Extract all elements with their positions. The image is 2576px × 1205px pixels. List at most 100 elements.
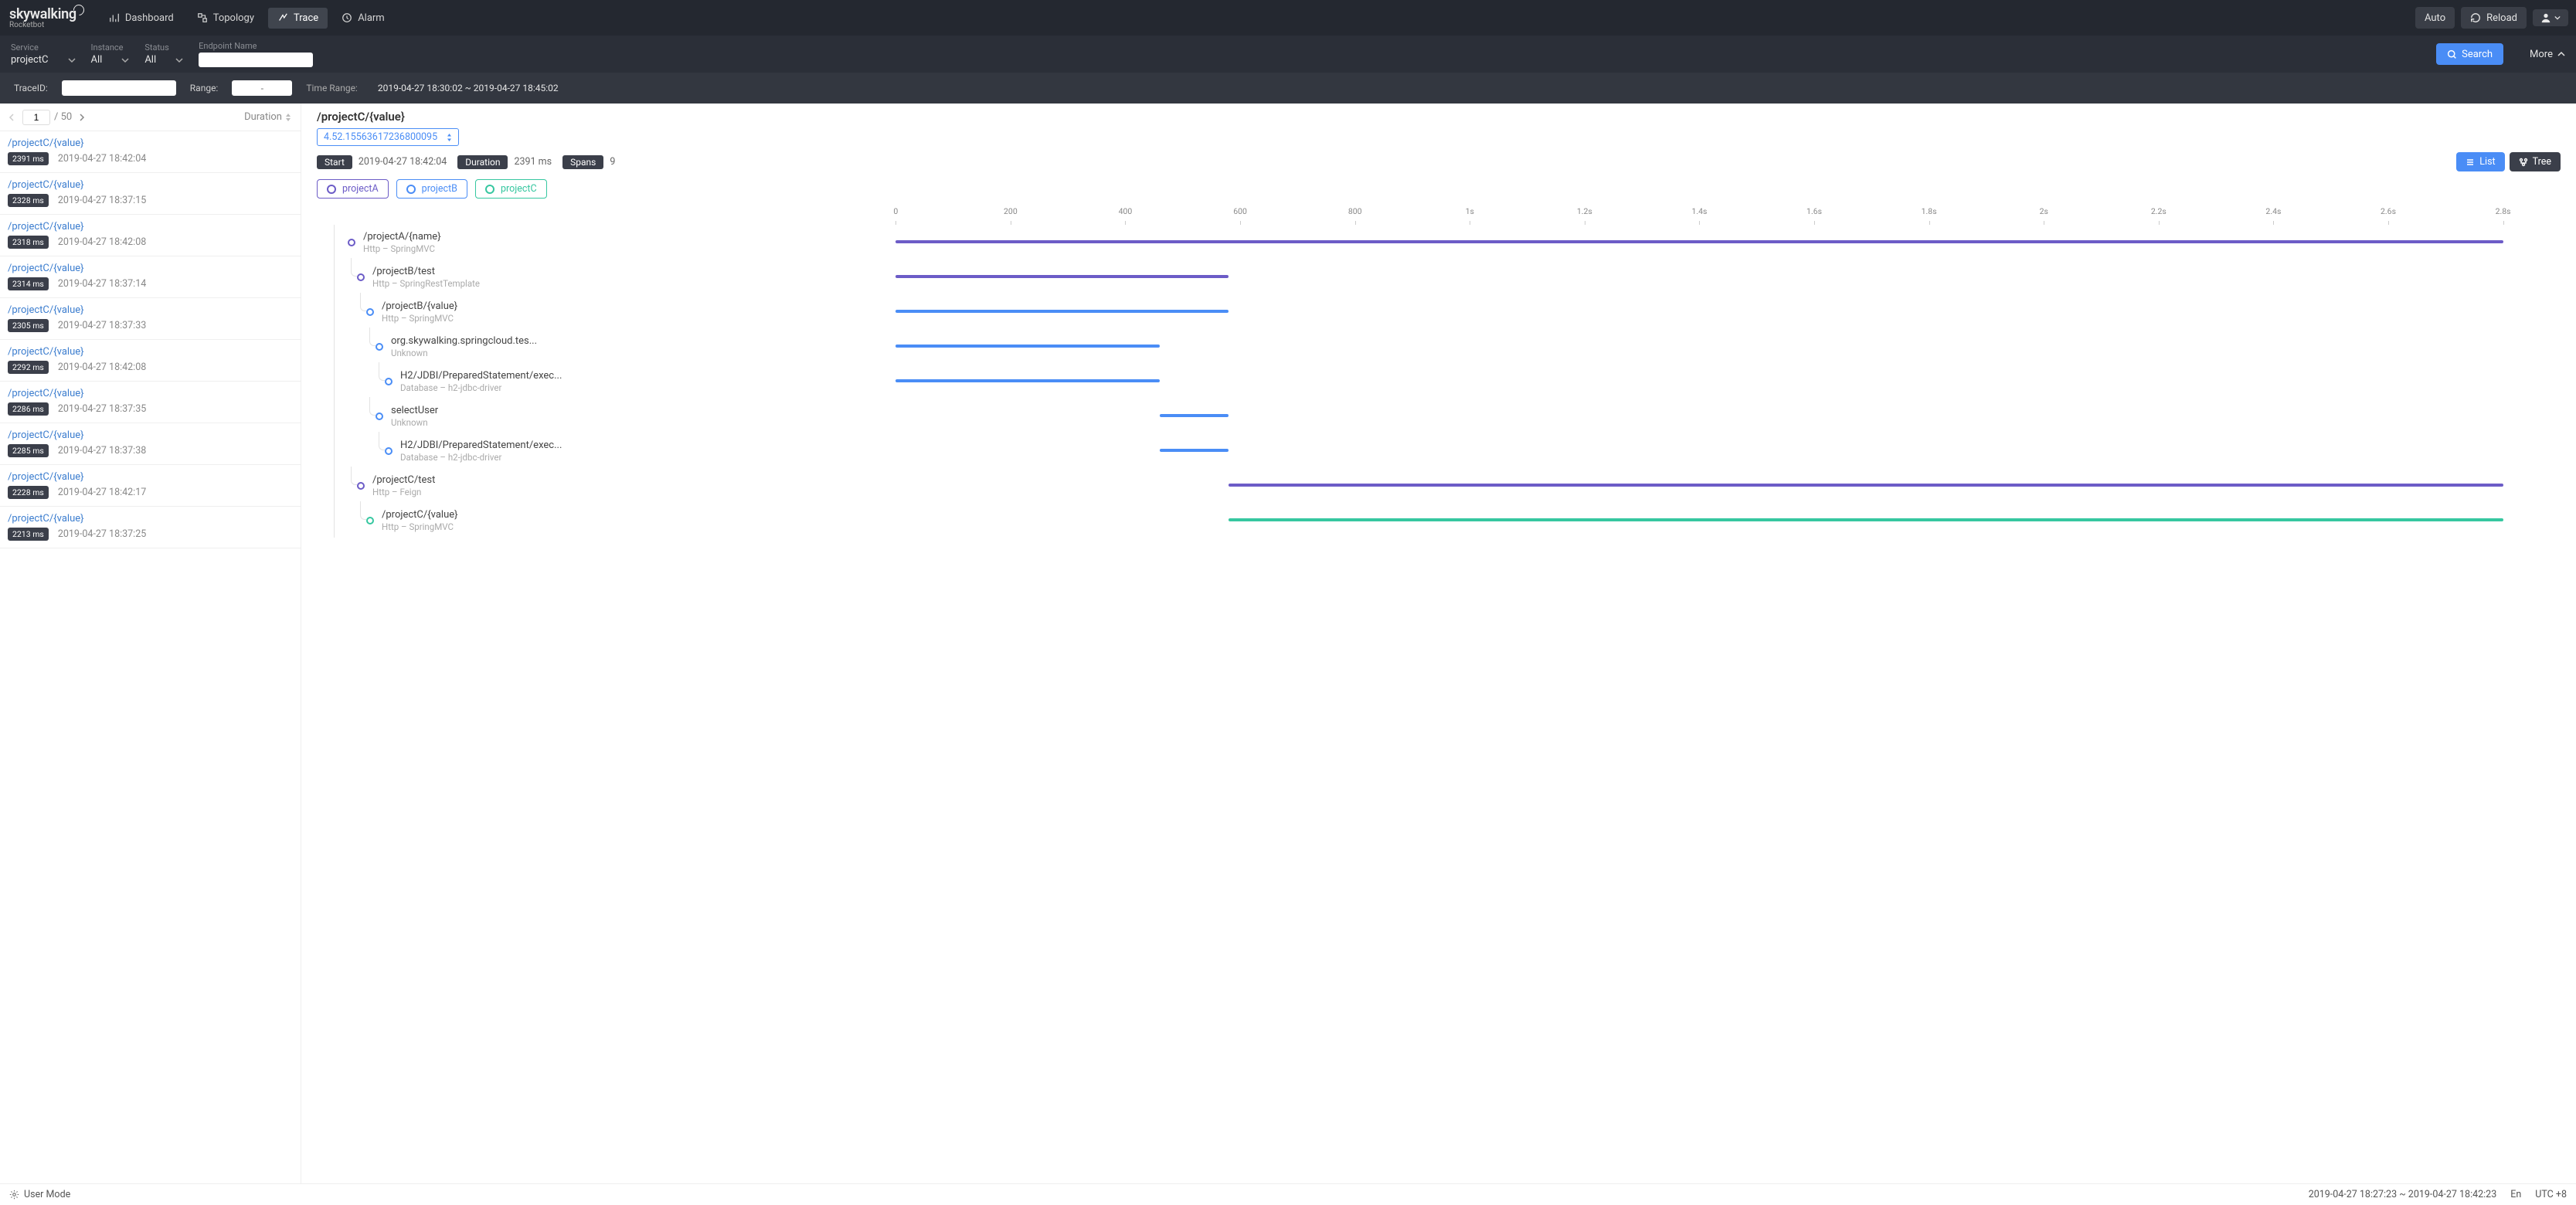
trace-list-item[interactable]: /projectC/{value} 2292 ms 2019-04-27 18:… bbox=[0, 340, 301, 382]
x-tick: 400 bbox=[1068, 206, 1183, 225]
footer-timezone[interactable]: UTC +8 bbox=[2535, 1189, 2567, 1200]
chevron-up-icon bbox=[2557, 50, 2565, 58]
span-sub: Database – h2-jdbc-driver bbox=[400, 382, 562, 393]
trace-item-title: /projectC/{value} bbox=[8, 137, 293, 149]
legend-project-b[interactable]: projectB bbox=[396, 179, 467, 199]
x-tick: 1.8s bbox=[1871, 206, 1986, 225]
span-row[interactable]: /projectC/test Http – Feign bbox=[317, 468, 838, 503]
span-name: H2/JDBI/PreparedStatement/exec... bbox=[400, 440, 562, 451]
span-name: selectUser bbox=[391, 405, 438, 416]
gantt-row bbox=[838, 260, 2561, 294]
range-input[interactable] bbox=[232, 80, 292, 96]
x-tick: 1.6s bbox=[1757, 206, 1872, 225]
tree-view-button[interactable]: Tree bbox=[2510, 152, 2561, 171]
trace-list-item[interactable]: /projectC/{value} 2286 ms 2019-04-27 18:… bbox=[0, 382, 301, 423]
trace-item-duration: 2328 ms bbox=[8, 194, 49, 207]
nav-dashboard[interactable]: Dashboard bbox=[100, 8, 183, 29]
pager-prev[interactable] bbox=[5, 110, 19, 124]
span-row[interactable]: /projectC/{value} Http – SpringMVC bbox=[317, 503, 838, 538]
trace-list[interactable]: /projectC/{value} 2391 ms 2019-04-27 18:… bbox=[0, 131, 301, 1183]
traceid-input[interactable] bbox=[62, 80, 176, 96]
span-row[interactable]: H2/JDBI/PreparedStatement/exec... Databa… bbox=[317, 433, 838, 468]
user-icon bbox=[2540, 12, 2551, 23]
gantt-col: 02004006008001s1.2s1.4s1.6s1.8s2s2.2s2.4… bbox=[838, 206, 2561, 1177]
span-row[interactable]: H2/JDBI/PreparedStatement/exec... Databa… bbox=[317, 364, 838, 399]
trace-item-time: 2019-04-27 18:42:08 bbox=[58, 236, 146, 248]
gantt-bar[interactable] bbox=[895, 240, 2503, 243]
x-tick: 800 bbox=[1297, 206, 1412, 225]
span-name: /projectB/{value} bbox=[382, 300, 457, 312]
auto-button[interactable]: Auto bbox=[2415, 7, 2455, 29]
user-menu-button[interactable] bbox=[2533, 9, 2568, 26]
x-tick: 1.2s bbox=[1528, 206, 1643, 225]
trace-item-time: 2019-04-27 18:37:35 bbox=[58, 403, 146, 415]
span-sub: Http – Feign bbox=[372, 487, 435, 497]
main-content: / 50 Duration /projectC/{value} 2391 ms … bbox=[0, 104, 2576, 1183]
gantt-bar[interactable] bbox=[895, 379, 1160, 382]
span-row[interactable]: /projectB/test Http – SpringRestTemplate bbox=[317, 260, 838, 294]
filter-service[interactable]: Service projectC bbox=[11, 42, 76, 66]
trace-item-time: 2019-04-27 18:37:38 bbox=[58, 445, 146, 457]
gantt-row bbox=[838, 503, 2561, 538]
gantt-bar[interactable] bbox=[895, 310, 1229, 313]
range-label: Range: bbox=[190, 83, 219, 93]
endpoint-input[interactable] bbox=[199, 53, 313, 67]
sort-toggle[interactable]: Duration bbox=[244, 111, 291, 123]
span-row[interactable]: /projectA/{name} Http – SpringMVC bbox=[317, 225, 838, 260]
x-tick: 1s bbox=[1412, 206, 1528, 225]
legend-project-c[interactable]: projectC bbox=[475, 179, 547, 199]
legend-row: projectA projectB projectC bbox=[317, 179, 2561, 199]
trace-item-title: /projectC/{value} bbox=[8, 429, 293, 441]
gantt-bar[interactable] bbox=[1229, 484, 2503, 487]
gantt-rows bbox=[838, 225, 2561, 538]
search-button[interactable]: Search bbox=[2436, 43, 2503, 65]
more-toggle[interactable]: More bbox=[2530, 49, 2565, 60]
filter-instance[interactable]: Instance All bbox=[91, 42, 130, 66]
list-icon bbox=[2466, 158, 2475, 167]
chevron-down-icon bbox=[175, 56, 183, 64]
footer-time-range[interactable]: 2019-04-27 18:27:23 ~ 2019-04-27 18:42:2… bbox=[2309, 1189, 2497, 1200]
gantt-bar[interactable] bbox=[1160, 414, 1229, 417]
topbar-right: Auto Reload bbox=[2415, 7, 2568, 29]
gantt-bar[interactable] bbox=[895, 345, 1160, 348]
span-node-dot bbox=[366, 308, 374, 316]
trace-item-title: /projectC/{value} bbox=[8, 513, 293, 524]
trace-item-time: 2019-04-27 18:42:17 bbox=[58, 487, 146, 498]
span-row[interactable]: /projectB/{value} Http – SpringMVC bbox=[317, 294, 838, 329]
trace-list-item[interactable]: /projectC/{value} 2228 ms 2019-04-27 18:… bbox=[0, 465, 301, 507]
trace-list-item[interactable]: /projectC/{value} 2213 ms 2019-04-27 18:… bbox=[0, 507, 301, 548]
x-tick: 2.2s bbox=[2102, 206, 2217, 225]
top-bar: skywalking Rocketbot Dashboard Topology … bbox=[0, 0, 2576, 36]
span-sub: Http – SpringMVC bbox=[382, 313, 457, 324]
filter-status-value: All bbox=[144, 54, 156, 66]
trace-item-duration: 2314 ms bbox=[8, 277, 49, 290]
nav-trace[interactable]: Trace bbox=[268, 8, 328, 29]
nav-topology[interactable]: Topology bbox=[188, 8, 263, 29]
trace-list-item[interactable]: /projectC/{value} 2318 ms 2019-04-27 18:… bbox=[0, 215, 301, 256]
gantt-bar[interactable] bbox=[1160, 449, 1229, 452]
trace-list-item[interactable]: /projectC/{value} 2328 ms 2019-04-27 18:… bbox=[0, 173, 301, 215]
span-node-label: /projectC/test Http – Feign bbox=[372, 474, 435, 497]
trace-list-item[interactable]: /projectC/{value} 2305 ms 2019-04-27 18:… bbox=[0, 298, 301, 340]
pager-next[interactable] bbox=[75, 110, 89, 124]
start-tag: Start bbox=[317, 155, 352, 169]
trace-list-item[interactable]: /projectC/{value} 2285 ms 2019-04-27 18:… bbox=[0, 423, 301, 465]
pager-page-input[interactable] bbox=[22, 110, 50, 125]
trace-list-item[interactable]: /projectC/{value} 2391 ms 2019-04-27 18:… bbox=[0, 131, 301, 173]
filter-status[interactable]: Status All bbox=[144, 42, 183, 66]
span-row[interactable]: org.skywalking.springcloud.tes... Unknow… bbox=[317, 329, 838, 364]
reload-button[interactable]: Reload bbox=[2461, 7, 2527, 29]
user-mode-toggle[interactable]: User Mode bbox=[24, 1189, 70, 1200]
trace-id-selector[interactable]: 4.52.15563617236800095 bbox=[317, 128, 459, 146]
span-node-dot bbox=[385, 447, 393, 455]
trace-item-title: /projectC/{value} bbox=[8, 263, 293, 274]
gantt-bar[interactable] bbox=[1229, 518, 2503, 521]
list-view-button[interactable]: List bbox=[2456, 152, 2504, 171]
footer-lang[interactable]: En bbox=[2510, 1189, 2521, 1200]
trace-list-item[interactable]: /projectC/{value} 2314 ms 2019-04-27 18:… bbox=[0, 256, 301, 298]
chevron-down-icon bbox=[121, 56, 129, 64]
gantt-bar[interactable] bbox=[895, 275, 1229, 278]
nav-alarm[interactable]: Alarm bbox=[332, 8, 394, 29]
span-row[interactable]: selectUser Unknown bbox=[317, 399, 838, 433]
legend-project-a[interactable]: projectA bbox=[317, 179, 389, 199]
